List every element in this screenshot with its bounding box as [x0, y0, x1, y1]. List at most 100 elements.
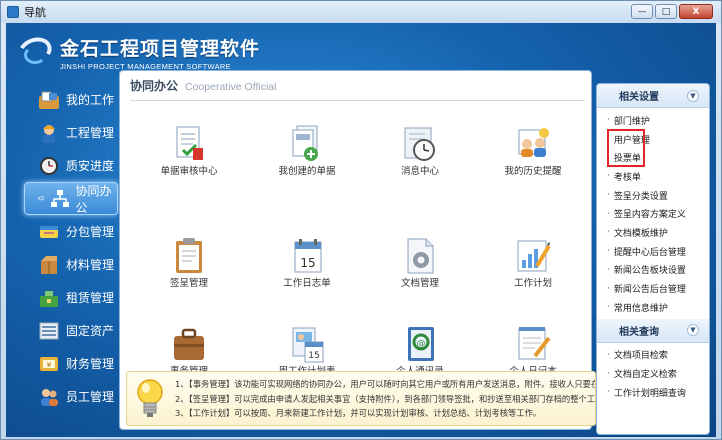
- sidebar-item-my-work[interactable]: 我的工作: [18, 83, 118, 116]
- maximize-button[interactable]: □: [655, 4, 677, 19]
- link-label: 考核单: [613, 172, 641, 183]
- main-panel: 协同办公 Cooperative Official 单据审核中心 我创建的单据: [119, 70, 596, 430]
- tile-diary[interactable]: 个人日记本: [490, 324, 576, 377]
- engineer-icon: [38, 123, 60, 143]
- sidebar-item-engineering[interactable]: 工程管理: [18, 116, 118, 149]
- sidebar-item-assets[interactable]: 固定资产: [18, 314, 118, 347]
- link-document-template[interactable]: · 文档模板维护: [607, 223, 709, 242]
- calendar-icon: 15: [287, 236, 327, 276]
- chevron-down-icon[interactable]: ▼: [687, 324, 699, 337]
- link-label: 签呈内容方案定义: [613, 210, 686, 221]
- link-label: 新闻公告后台管理: [613, 285, 686, 296]
- tile-work-plan[interactable]: 工作计划: [490, 236, 576, 289]
- tile-label: 消息中心: [400, 166, 439, 177]
- approval-icon: [169, 124, 209, 164]
- page-title: 协同办公: [130, 79, 179, 93]
- sidebar-item-subcontract[interactable]: 分包管理: [18, 215, 118, 248]
- section-header-settings[interactable]: 相关设置 ▼: [597, 84, 709, 108]
- svg-text:¥: ¥: [47, 361, 52, 369]
- link-reminder-backend[interactable]: · 提醒中心后台管理: [607, 242, 709, 261]
- window-title: 导航: [24, 6, 46, 19]
- link-news-board-settings[interactable]: · 新闻公告板块设置: [607, 261, 709, 280]
- link-common-info[interactable]: · 常用信息维护: [607, 298, 709, 317]
- link-custom-search[interactable]: · 文档自定义检索: [607, 364, 709, 383]
- sidebar-item-label: 材料管理: [66, 258, 115, 272]
- link-label: 文档模板维护: [613, 228, 668, 239]
- assets-icon: [38, 321, 60, 341]
- section-header-queries[interactable]: 相关查询 ▼: [597, 318, 709, 343]
- link-assessment-form[interactable]: · 考核单: [607, 167, 709, 186]
- chevron-down-icon[interactable]: ▼: [687, 89, 699, 102]
- staff-icon: [38, 387, 60, 407]
- lease-icon: [38, 288, 60, 308]
- sidebar-item-cooperative[interactable]: ➪ 协同办公: [24, 182, 118, 215]
- svg-text:15: 15: [300, 256, 315, 270]
- tile-petition-management[interactable]: 签呈管理: [146, 236, 232, 289]
- clipboard-icon: [169, 236, 209, 276]
- tile-message-center[interactable]: 消息中心: [377, 124, 463, 177]
- link-plan-detail-query[interactable]: · 工作计划明细查询: [607, 383, 709, 402]
- tips-box: 1、【事务管理】该功能可实现网络的协同办公，用户可以随时向其它用户或所有用户发送…: [126, 371, 596, 426]
- section-title: 相关设置: [619, 92, 659, 103]
- tile-affairs-management[interactable]: 事务管理: [146, 324, 232, 377]
- link-label: 签呈分类设置: [613, 191, 668, 202]
- sidebar-item-finance[interactable]: ¥ 财务管理: [18, 347, 118, 380]
- tips-text: 1、【事务管理】该功能可实现网络的协同办公，用户可以随时向其它用户或所有用户发送…: [175, 377, 596, 421]
- sidebar-item-label: 质安进度: [66, 159, 115, 173]
- progress-icon: [38, 156, 60, 176]
- link-label: 新闻公告板块设置: [613, 266, 686, 277]
- tile-weekly-plan[interactable]: 15 周工作计划表: [264, 324, 350, 377]
- sidebar-item-lease[interactable]: 租赁管理: [18, 281, 118, 314]
- section-title: 相关查询: [619, 326, 659, 338]
- link-department-maintenance[interactable]: · 部门维护: [607, 111, 709, 130]
- tile-document-management[interactable]: 文档管理: [377, 236, 463, 289]
- sidebar-item-staff[interactable]: 员工管理: [18, 380, 118, 413]
- link-label: 工作计划明细查询: [613, 388, 686, 399]
- weekly-plan-icon: 15: [287, 324, 327, 364]
- tile-label: 文档管理: [400, 278, 439, 289]
- tile-my-documents[interactable]: 我创建的单据: [264, 124, 350, 177]
- link-petition-category[interactable]: · 签呈分类设置: [607, 186, 709, 205]
- sidebar-item-label: 财务管理: [66, 357, 115, 371]
- close-button[interactable]: X: [679, 4, 713, 19]
- active-arrow-icon: ➪: [38, 193, 46, 204]
- panel-header: 协同办公 Cooperative Official: [130, 77, 585, 101]
- sidebar-item-label: 我的工作: [66, 93, 115, 107]
- minimize-button[interactable]: —: [631, 4, 653, 19]
- client-area: 金石工程项目管理软件 JINSHI PROJECT MANAGEMENT SOF…: [6, 23, 716, 437]
- address-book-icon: @: [400, 324, 440, 364]
- svg-text:15: 15: [308, 351, 319, 361]
- sidebar-item-label: 协同办公: [75, 183, 112, 215]
- link-petition-content-scheme[interactable]: · 签呈内容方案定义: [607, 204, 709, 223]
- sidebar-item-label: 工程管理: [66, 126, 115, 140]
- link-document-search[interactable]: · 文档项目检索: [607, 346, 709, 365]
- tile-label: 工作计划: [513, 278, 552, 289]
- sidebar-item-materials[interactable]: 材料管理: [18, 248, 118, 281]
- my-documents-icon: [287, 124, 327, 164]
- link-label: 部门维护: [613, 116, 650, 127]
- finance-icon: ¥: [38, 354, 60, 374]
- sidebar-item-progress[interactable]: 质安进度: [18, 149, 118, 182]
- briefcase-icon: [169, 324, 209, 364]
- link-news-backend[interactable]: · 新闻公告后台管理: [607, 279, 709, 298]
- tile-work-log[interactable]: 15 工作日志单: [264, 236, 350, 289]
- chart-plan-icon: [513, 236, 553, 276]
- link-label: 常用信息维护: [613, 303, 668, 314]
- highlight-box: [607, 129, 645, 167]
- sidebar-item-label: 员工管理: [66, 390, 115, 404]
- tile-approval-center[interactable]: 单据审核中心: [146, 124, 232, 177]
- document-gear-icon: [400, 236, 440, 276]
- tile-history-reminders[interactable]: 我的历史提醒: [490, 124, 576, 177]
- link-label: 文档项目检索: [613, 351, 668, 362]
- title-bar: 导航 — □ X: [1, 1, 721, 23]
- tip-line: 2、【签呈管理】可以完成由申请人发起相关事宜（支持附件），到各部门领导签批，和抄…: [175, 393, 596, 404]
- tile-label: 工作日志单: [283, 278, 331, 289]
- svg-text:@: @: [417, 339, 426, 349]
- tile-address-book[interactable]: @ 个人通讯录: [377, 324, 463, 377]
- tile-label: 单据审核中心: [160, 166, 218, 177]
- network-icon: [50, 189, 70, 209]
- logo-swoosh-icon: [14, 32, 56, 72]
- brand-name: 金石工程项目管理软件: [60, 37, 261, 60]
- diary-icon: [513, 324, 553, 364]
- tile-label: 签呈管理: [169, 278, 208, 289]
